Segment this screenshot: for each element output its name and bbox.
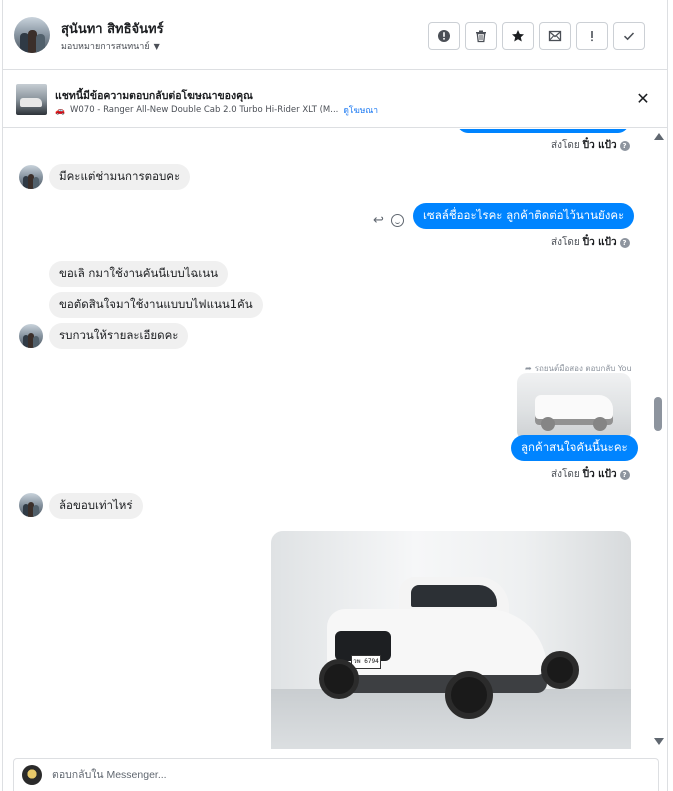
mark-spam-button[interactable] [428,22,460,50]
contact-name[interactable]: สุนันทา สิทธิจันทร์ [61,18,164,39]
follow-up-button[interactable] [576,22,608,50]
contact-avatar-small[interactable] [19,165,43,189]
scroll-up-arrow-icon[interactable] [654,133,664,140]
info-icon[interactable]: ? [619,237,630,248]
message-bubble-incoming[interactable]: มีคะแต่ช่ามนการตอบคะ [49,164,191,190]
envelope-icon [548,30,562,42]
sent-by-label: ส่งโดย ปิ๋ว แป้ว? [551,235,630,250]
delete-button[interactable] [465,22,497,50]
alert-circle-icon [438,30,450,42]
conversation-toolbar [428,22,645,50]
thread-scrollbar[interactable] [651,129,667,749]
info-icon[interactable]: ? [619,469,630,480]
sent-car-photo[interactable]: วพ 6794 [271,531,631,749]
scroll-down-arrow-icon[interactable] [654,738,664,745]
info-icon[interactable]: ? [619,140,630,151]
mark-unread-button[interactable] [539,22,571,50]
exclamation-icon [591,31,593,42]
contact-avatar-small[interactable] [19,493,43,517]
message-composer [13,758,659,791]
message-thread[interactable]: ส่งโดย ปิ๋ว แป้ว? มีคะแต่ช่ามนการตอบคะ ↩ … [3,129,667,749]
chevron-down-icon: ▼ [153,41,160,51]
check-icon [623,32,635,41]
message-bubble-incoming[interactable]: รบกวนให้รายละเอียดคะ [49,323,189,349]
star-icon [512,30,524,42]
ad-reply-banner: แชทนี้มีข้อความตอบกลับต่อโฆษณาของคุณ 🚗 W… [3,71,667,128]
sent-by-label: ส่งโดย ปิ๋ว แป้ว? [551,138,630,153]
ad-banner-subtitle-row: 🚗 W070 - Ranger All-New Double Cab 2.0 T… [55,103,378,117]
message-bubble-incoming[interactable]: ขอตัดสินใจมาใช้งานแบบบไฟแนน1คัน [49,292,263,318]
emoji-react-icon[interactable] [391,214,404,227]
ad-banner-subtitle: W070 - Ranger All-New Double Cab 2.0 Tur… [69,105,339,115]
contact-avatar[interactable] [14,17,50,53]
message-bubble-incoming[interactable]: ขอเลิ กมาใช้งานคันนีเบบไฉเนน [49,261,228,287]
assign-conversation-dropdown[interactable]: มอบหมายการสนทนาย์ ▼ [61,39,160,53]
reply-icon[interactable]: ↩ [373,213,384,228]
page-avatar [22,765,42,785]
sent-by-label: ส่งโดย ปิ๋ว แป้ว? [551,467,630,482]
contact-avatar-small[interactable] [19,324,43,348]
message-bubble-outgoing[interactable] [457,129,629,133]
mark-done-button[interactable] [613,22,645,50]
messenger-conversation-panel: สุนันทา สิทธิจันทร์ มอบหมายการสนทนาย์ ▼ [2,0,668,791]
reply-arrow-icon: ➦ [525,364,532,373]
assign-label: มอบหมายการสนทนาย์ [61,42,150,52]
message-bubble-outgoing[interactable]: ลูกค้าสนใจคันนี้นะคะ [511,435,638,461]
view-ad-link[interactable]: ดูโฆษณา [343,103,378,117]
scrollbar-thumb[interactable] [654,397,662,431]
quoted-ad-image[interactable] [517,373,631,441]
conversation-header: สุนันทา สิทธิจันทร์ มอบหมายการสนทนาย์ ▼ [3,0,667,70]
close-icon[interactable]: ✕ [635,91,651,107]
trash-icon [476,30,486,43]
ad-thumbnail[interactable] [16,84,47,115]
car-icon: 🚗 [55,105,65,115]
message-bubble-outgoing[interactable]: เซลล์ชื่ออะไรคะ ลูกค้าติดต่อไว้นานยังคะ [413,203,635,229]
reply-input[interactable] [52,765,612,785]
message-bubble-incoming[interactable]: ล้อขอบเท่าไหร่ [49,493,143,519]
ad-banner-title: แชทนี้มีข้อความตอบกลับต่อโฆษณาของคุณ [55,90,253,102]
star-button[interactable] [502,22,534,50]
